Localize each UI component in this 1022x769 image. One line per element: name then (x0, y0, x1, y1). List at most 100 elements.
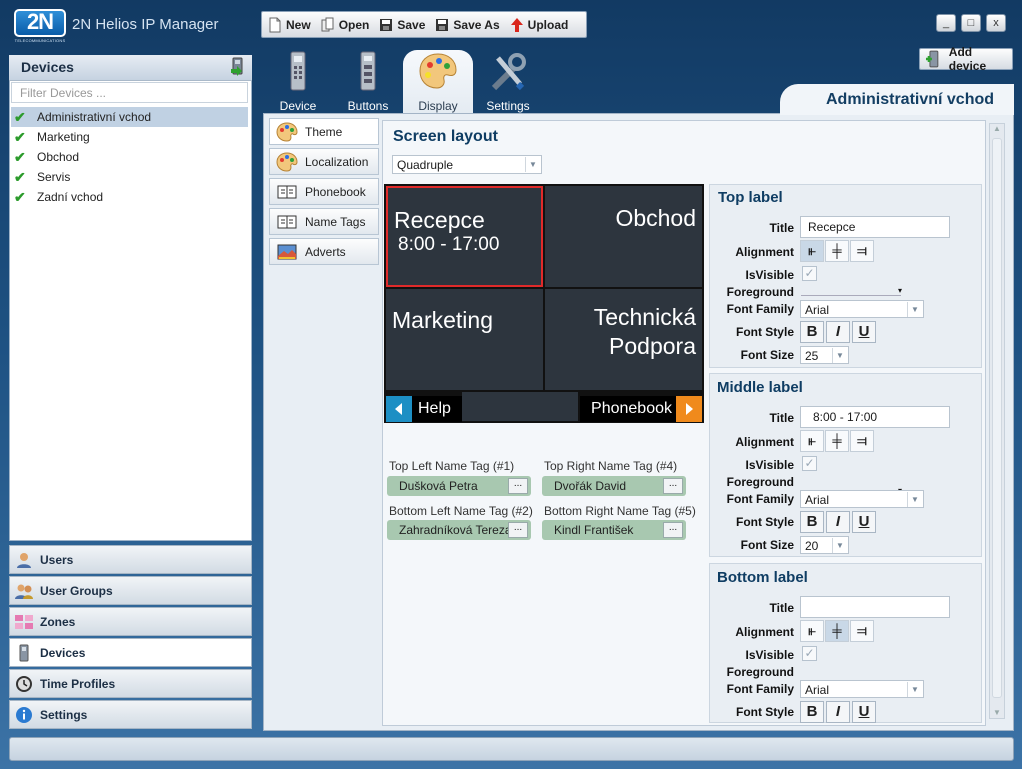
preview-tl-sub: 8:00 - 17:00 (398, 234, 500, 255)
tab-display[interactable]: Display (403, 50, 473, 114)
align-left-icon: ⫦ (808, 243, 816, 258)
middle-label-title-input[interactable]: 8:00 - 17:00 (800, 406, 950, 428)
device-item[interactable]: ✔ Zadní vchod (11, 187, 248, 207)
preview-cell-top-left[interactable]: Recepce 8:00 - 17:00 (386, 186, 543, 287)
bold-button[interactable]: B (800, 511, 824, 533)
close-button[interactable]: x (986, 14, 1006, 32)
nav-users[interactable]: Users (9, 545, 252, 574)
font-style-label: Font Style (735, 705, 794, 719)
preview-br-line2: Podpora (609, 333, 696, 359)
book-icon (277, 185, 297, 198)
bottom-label-title-input[interactable] (800, 596, 950, 618)
font-size-select[interactable]: 25 ▼ (800, 346, 849, 364)
preview-help-button[interactable]: Help (386, 396, 462, 422)
vertical-scrollbar[interactable]: ▲ ▼ (989, 123, 1005, 719)
subtab-phonebook[interactable]: Phonebook (269, 178, 379, 205)
subtab-adverts[interactable]: Adverts (269, 238, 379, 265)
font-size-label: Font Size (740, 348, 794, 362)
scroll-thumb[interactable] (992, 138, 1002, 698)
isvisible-checkbox[interactable]: ✓ (802, 456, 817, 471)
new-button[interactable]: New (268, 17, 311, 33)
name-tag-browse-button[interactable]: ... (508, 522, 528, 538)
font-family-select[interactable]: Arial ▼ (800, 300, 924, 318)
align-right-button[interactable]: ⫤ (850, 620, 874, 642)
preview-phonebook-button[interactable]: Phonebook (580, 396, 702, 422)
nav-settings[interactable]: Settings (9, 700, 252, 729)
users-icon (17, 552, 31, 568)
save-label: Save (397, 17, 426, 32)
minimize-button[interactable]: _ (936, 14, 956, 32)
bold-button[interactable]: B (800, 321, 824, 343)
isvisible-checkbox[interactable]: ✓ (802, 646, 817, 661)
save-as-button[interactable]: Save As (435, 17, 500, 33)
open-button[interactable]: Open (321, 17, 370, 33)
preview-bl-title: Marketing (392, 307, 493, 333)
font-size-value: 25 (805, 349, 819, 363)
align-left-button[interactable]: ⫦ (800, 240, 824, 262)
add-device-button[interactable]: Add device (919, 45, 1013, 73)
subtab-name-tags[interactable]: Name Tags (269, 208, 379, 235)
subtab-theme[interactable]: Theme (269, 118, 379, 145)
scroll-down-arrow-icon[interactable]: ▼ (990, 708, 1004, 718)
screen-layout-select[interactable]: Quadruple ▼ (392, 155, 542, 174)
device-item[interactable]: ✔ Administrativní vchod (11, 107, 248, 127)
buttons-panel-icon (360, 51, 376, 91)
align-center-button[interactable]: ╪ (825, 620, 849, 642)
isvisible-checkbox[interactable]: ✓ (802, 266, 817, 281)
chevron-down-icon: ▼ (832, 538, 847, 553)
filter-devices-input[interactable]: Filter Devices ... (11, 82, 248, 103)
devices-panel-header: Devices (9, 55, 252, 81)
device-item[interactable]: ✔ Marketing (11, 127, 248, 147)
tab-buttons[interactable]: Buttons (336, 50, 400, 114)
underline-button[interactable]: U (852, 511, 876, 533)
subtab-localization[interactable]: Localization (269, 148, 379, 175)
save-button[interactable]: Save (379, 17, 425, 33)
device-item-label: Administrativní vchod (37, 110, 152, 124)
tab-device[interactable]: Device (266, 50, 330, 114)
nav-devices-label: Devices (40, 645, 86, 660)
font-family-value: Arial (805, 493, 830, 507)
bold-button[interactable]: B (800, 701, 824, 723)
nav-zones[interactable]: Zones (9, 607, 252, 636)
italic-button[interactable]: I (826, 701, 850, 723)
name-tag-browse-button[interactable]: ... (663, 478, 683, 494)
preview-cell-top-right[interactable]: Obchod (545, 186, 702, 287)
nav-time-profiles[interactable]: Time Profiles (9, 669, 252, 698)
align-left-button[interactable]: ⫦ (800, 620, 824, 642)
foreground-label: Foreground (726, 665, 794, 679)
nav-devices[interactable]: Devices (9, 638, 252, 667)
foreground-color-picker[interactable] (801, 286, 902, 296)
font-size-select[interactable]: 20 ▼ (800, 536, 849, 554)
scroll-up-arrow-icon[interactable]: ▲ (990, 124, 1004, 134)
top-label-header: Top label (718, 189, 783, 206)
italic-button[interactable]: I (826, 511, 850, 533)
font-family-select[interactable]: Arial ▼ (800, 490, 924, 508)
preview-cell-bottom-left[interactable]: Marketing (386, 289, 543, 390)
top-label-title-input[interactable]: Recepce (800, 216, 950, 238)
device-item[interactable]: ✔ Servis (11, 167, 248, 187)
open-label: Open (338, 17, 370, 32)
align-right-button[interactable]: ⫤ (850, 240, 874, 262)
tab-settings[interactable]: Settings (476, 50, 540, 114)
nav-user-groups[interactable]: User Groups (9, 576, 252, 605)
maximize-button[interactable]: □ (961, 14, 981, 32)
align-center-button[interactable]: ╪ (825, 430, 849, 452)
align-left-button[interactable]: ⫦ (800, 430, 824, 452)
main-toolbar: New Open Save Save As Upload (261, 11, 587, 38)
name-tag-label: Bottom Right Name Tag (#5) (544, 504, 696, 518)
device-export-icon[interactable] (229, 57, 247, 77)
preview-cell-bottom-right[interactable]: Technická Podpora (545, 289, 702, 390)
name-tag-browse-button[interactable]: ... (508, 478, 528, 494)
chevron-down-icon: ▼ (832, 348, 847, 363)
device-item[interactable]: ✔ Obchod (11, 147, 248, 167)
nav-zones-label: Zones (40, 614, 76, 629)
italic-button[interactable]: I (826, 321, 850, 343)
underline-button[interactable]: U (852, 701, 876, 723)
align-center-button[interactable]: ╪ (825, 240, 849, 262)
upload-button[interactable]: Upload (510, 17, 568, 33)
align-right-button[interactable]: ⫤ (850, 430, 874, 452)
underline-button[interactable]: U (852, 321, 876, 343)
font-family-select[interactable]: Arial ▼ (800, 680, 924, 698)
name-tag-browse-button[interactable]: ... (663, 522, 683, 538)
palette-icon (276, 151, 298, 172)
